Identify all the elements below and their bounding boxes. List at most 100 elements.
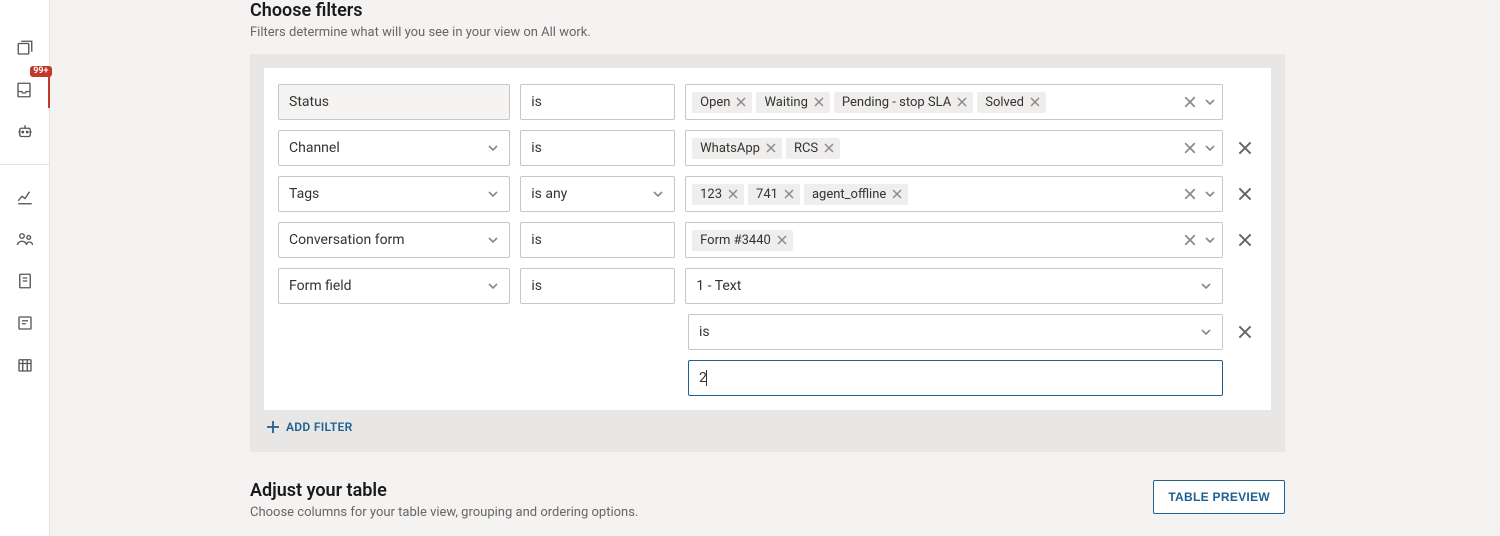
filter-sub-operator-label: is	[699, 324, 710, 340]
filter-field-select[interactable]: Status	[278, 84, 510, 120]
sidebar-item-calendar[interactable]	[7, 347, 43, 383]
filter-field-label: Channel	[289, 140, 340, 156]
filter-field-select[interactable]: Conversation form	[278, 222, 510, 258]
filter-field-select[interactable]: Form field	[278, 268, 510, 304]
filter-field-select[interactable]: Channel	[278, 130, 510, 166]
sidebar-item-analytics[interactable]	[7, 179, 43, 215]
filter-values-multiselect[interactable]: 123 741 agent_offline	[685, 176, 1223, 212]
clear-values-icon[interactable]	[1184, 234, 1196, 246]
filters-panel: Status is Open Waiting Pending - stop SL…	[250, 54, 1285, 452]
sidebar-item-people[interactable]	[7, 221, 43, 257]
remove-tag-icon[interactable]	[728, 189, 738, 199]
filter-values-multiselect[interactable]: Form #3440	[685, 222, 1223, 258]
left-sidebar: 99+	[0, 0, 50, 536]
people-icon	[16, 230, 34, 248]
value-tag: Pending - stop SLA	[834, 92, 973, 113]
chevron-down-icon	[1200, 280, 1212, 292]
remove-tag-icon[interactable]	[824, 143, 834, 153]
value-tag: agent_offline	[804, 184, 908, 205]
remove-filter-button[interactable]	[1233, 222, 1257, 258]
sidebar-item-1[interactable]	[7, 30, 43, 66]
remove-tag-icon[interactable]	[784, 189, 794, 199]
filter-row: Form field is 1 - Text	[278, 268, 1257, 304]
sidebar-item-book[interactable]	[7, 263, 43, 299]
filter-row: Tags is any 123 741 agent_offline	[278, 176, 1257, 212]
main-content: Choose filters Filters determine what wi…	[50, 0, 1500, 536]
filter-subrow: is	[278, 314, 1257, 350]
remove-tag-icon[interactable]	[892, 189, 902, 199]
inbox-icon	[15, 81, 33, 99]
filter-field-label: Status	[289, 94, 329, 110]
chevron-down-icon[interactable]	[1204, 142, 1216, 154]
filters-title: Choose filters	[250, 0, 1285, 21]
add-filter-button[interactable]: ADD FILTER	[266, 420, 353, 434]
plus-icon	[266, 420, 280, 434]
table-preview-button[interactable]: TABLE PREVIEW	[1153, 480, 1285, 514]
grid-icon	[16, 356, 34, 374]
sidebar-item-bot[interactable]	[7, 114, 43, 150]
chart-line-icon	[16, 188, 34, 206]
remove-tag-icon[interactable]	[957, 97, 967, 107]
filter-operator-label: is	[531, 232, 542, 248]
filter-operator-select[interactable]: is	[520, 268, 675, 304]
chevron-down-icon	[1200, 326, 1212, 338]
adjust-subtitle: Choose columns for your table view, grou…	[250, 505, 638, 520]
filter-sub-operator-select[interactable]: is	[688, 314, 1223, 350]
remove-filter-button[interactable]	[1233, 130, 1257, 166]
filter-field-select[interactable]: Tags	[278, 176, 510, 212]
chevron-down-icon	[487, 234, 499, 246]
filters-subtitle: Filters determine what will you see in y…	[250, 25, 1285, 40]
adjust-table-section: Adjust your table Choose columns for you…	[250, 480, 1285, 536]
bot-icon	[16, 123, 34, 141]
filter-operator-label: is	[531, 94, 542, 110]
filter-row: Conversation form is Form #3440	[278, 222, 1257, 258]
clear-values-icon[interactable]	[1184, 96, 1196, 108]
clear-values-icon[interactable]	[1184, 142, 1196, 154]
chevron-down-icon[interactable]	[1204, 234, 1216, 246]
filter-values-multiselect[interactable]: Open Waiting Pending - stop SLA Solved	[685, 84, 1223, 120]
sidebar-item-inbox[interactable]: 99+	[7, 72, 50, 108]
filter-field-label: Form field	[289, 278, 352, 294]
remove-tag-icon[interactable]	[814, 97, 824, 107]
remove-filter-button[interactable]	[1233, 314, 1257, 350]
chevron-down-icon	[487, 188, 499, 200]
chevron-down-icon[interactable]	[1204, 96, 1216, 108]
chevron-down-icon[interactable]	[1204, 188, 1216, 200]
filter-value-select[interactable]: 1 - Text	[685, 268, 1223, 304]
filter-operator-label: is	[531, 140, 542, 156]
adjust-title: Adjust your table	[250, 480, 638, 501]
chevron-down-icon	[487, 280, 499, 292]
cards-icon	[16, 39, 34, 57]
remove-tag-icon[interactable]	[766, 143, 776, 153]
filter-value-label: 1 - Text	[696, 278, 741, 294]
add-filter-label: ADD FILTER	[286, 420, 353, 434]
filter-text-input[interactable]: 2	[688, 360, 1223, 396]
filter-values-multiselect[interactable]: WhatsApp RCS	[685, 130, 1223, 166]
filter-operator-select[interactable]: is any	[520, 176, 675, 212]
value-tag: WhatsApp	[692, 138, 782, 159]
chevron-down-icon	[487, 142, 499, 154]
remove-tag-icon[interactable]	[1030, 97, 1040, 107]
remove-tag-icon[interactable]	[736, 97, 746, 107]
filter-operator-select[interactable]: is	[520, 130, 675, 166]
book-icon	[16, 272, 34, 290]
remove-tag-icon[interactable]	[777, 235, 787, 245]
notification-badge: 99+	[30, 66, 51, 77]
form-icon	[16, 314, 34, 332]
value-tag: RCS	[786, 138, 840, 159]
filter-row: Status is Open Waiting Pending - stop SL…	[278, 84, 1257, 120]
filter-operator-select[interactable]: is	[520, 222, 675, 258]
filter-field-label: Conversation form	[289, 232, 405, 248]
value-tag: Form #3440	[692, 230, 793, 251]
value-tag: Waiting	[756, 92, 829, 113]
remove-filter-button[interactable]	[1233, 176, 1257, 212]
filters-inner: Status is Open Waiting Pending - stop SL…	[264, 68, 1271, 410]
value-tag: Solved	[977, 92, 1046, 113]
filter-subrow: 2	[278, 360, 1257, 396]
filter-field-label: Tags	[289, 186, 319, 202]
clear-values-icon[interactable]	[1184, 188, 1196, 200]
sidebar-divider	[0, 164, 49, 165]
value-tag: Open	[692, 92, 752, 113]
filter-operator-select[interactable]: is	[520, 84, 675, 120]
sidebar-item-forms[interactable]	[7, 305, 43, 341]
